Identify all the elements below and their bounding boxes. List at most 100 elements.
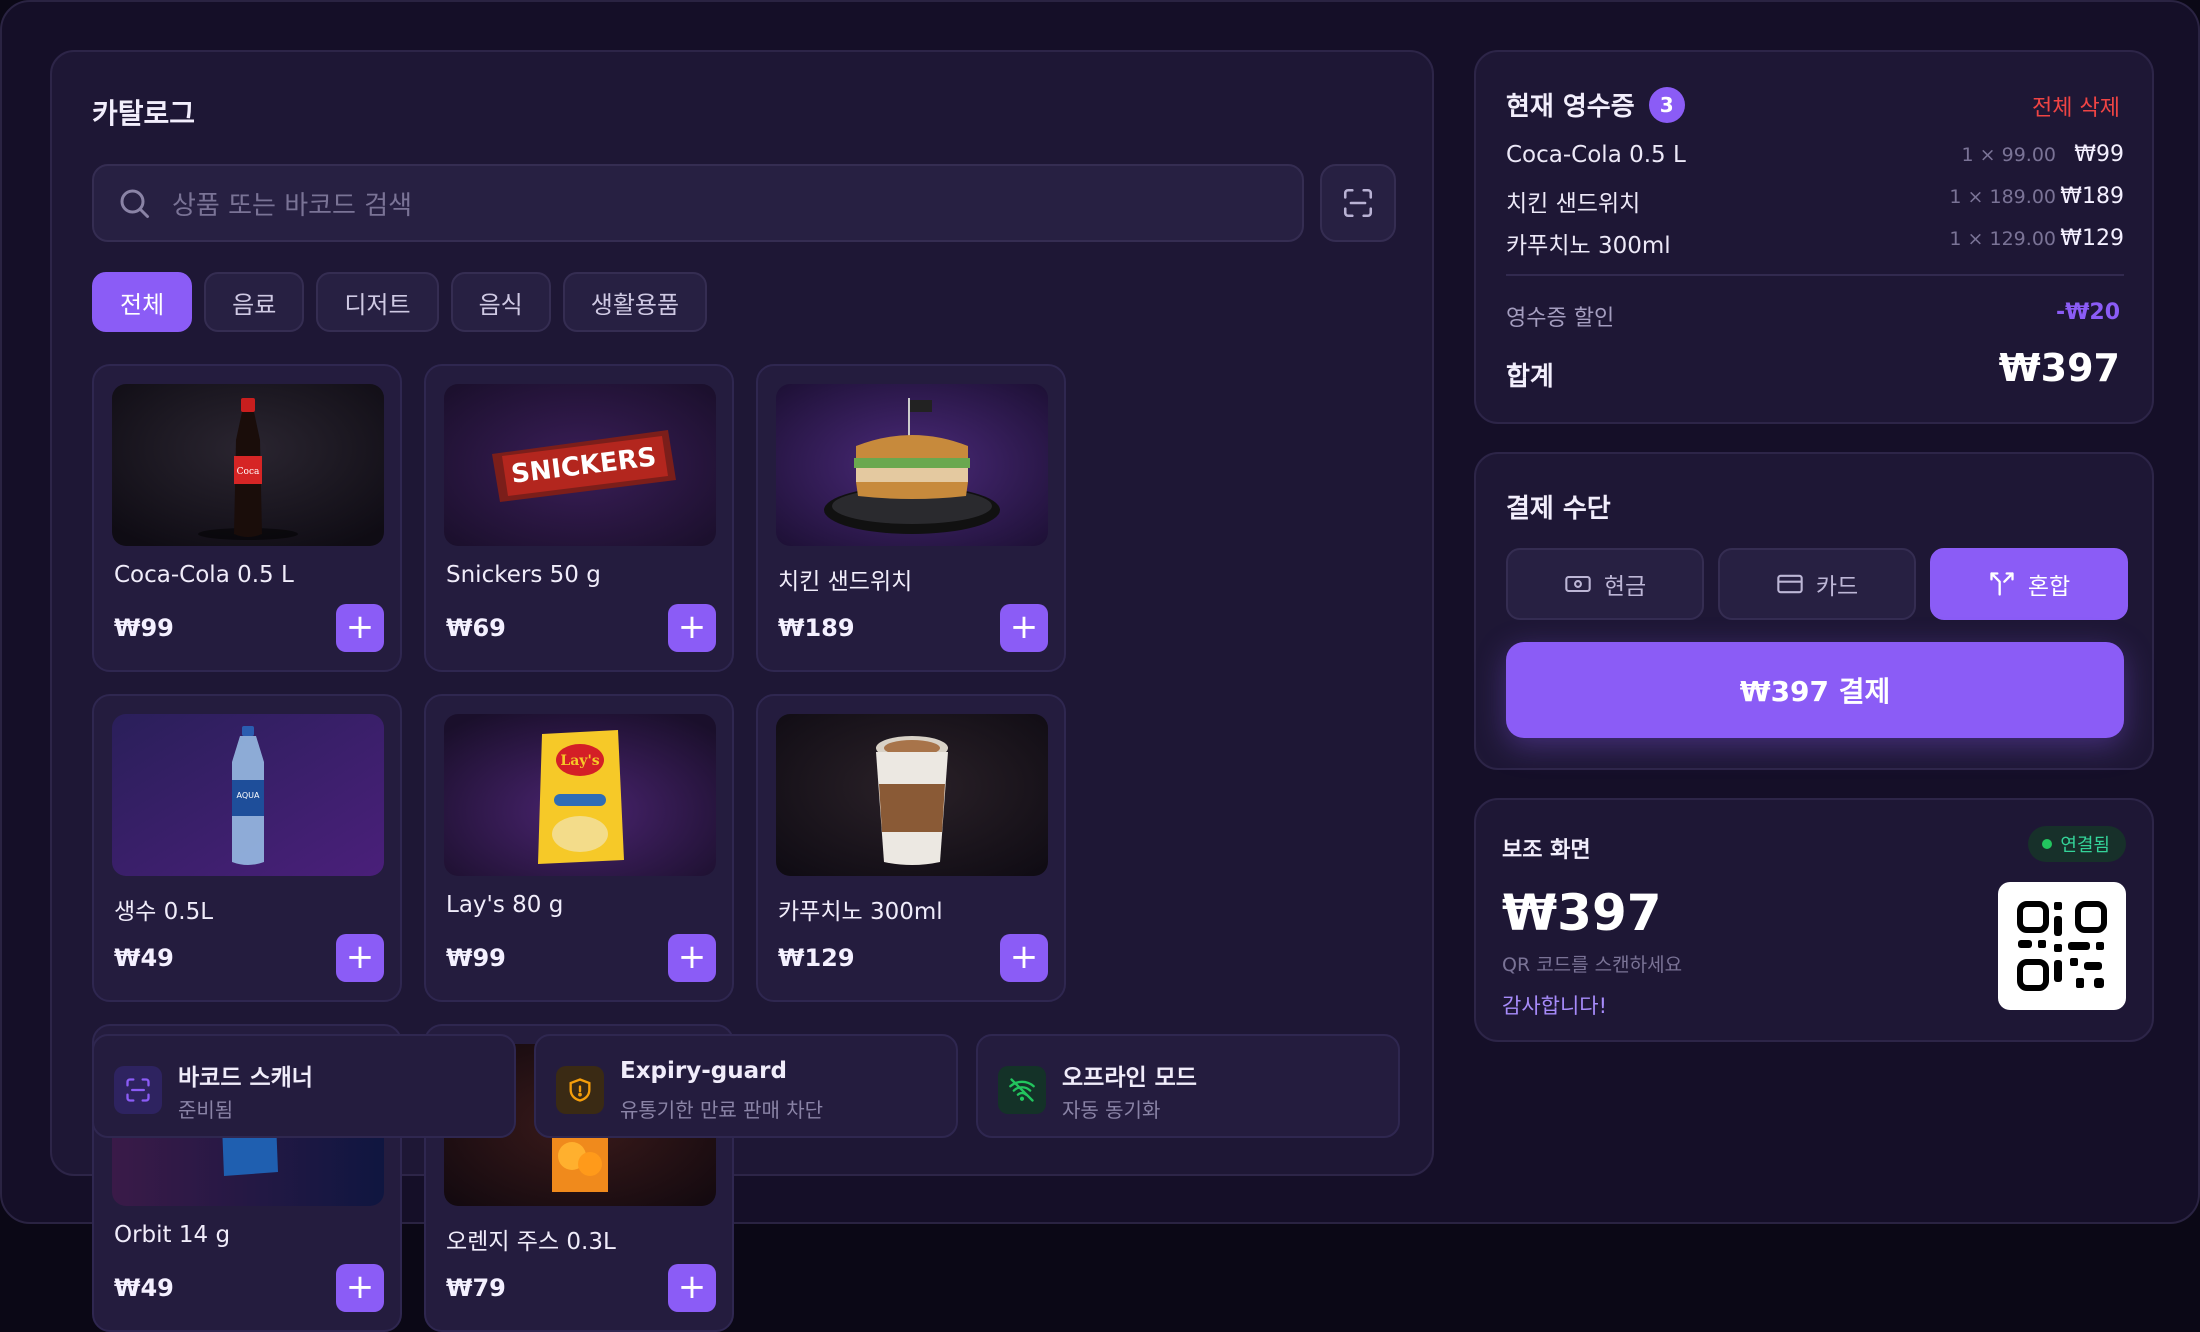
line-item-name: 치킨 샌드위치 (1506, 191, 1641, 217)
line-item-name: 카푸치노 300ml (1506, 233, 1671, 259)
add-to-cart-button[interactable]: + (336, 934, 384, 982)
svg-text:Coca: Coca (237, 467, 260, 477)
product-card[interactable]: 치킨 샌드위치 ₩189 + (756, 364, 1066, 672)
feature-status-row: 바코드 스캐너 준비됨 Expiry-guard 유통기한 만료 판매 차단 오… (92, 1034, 1400, 1138)
feature-barcode-scanner: 바코드 스캐너 준비됨 (92, 1034, 516, 1138)
product-price: ₩189 (778, 614, 855, 642)
line-item-qty: 1 × 99.00 (1961, 144, 2056, 166)
receipt-count-badge: 3 (1648, 86, 1685, 123)
thanks-message: 감사합니다! (1502, 994, 1608, 1018)
product-card[interactable]: AQUA 생수 0.5L ₩49 + (92, 694, 402, 1002)
cash-icon (1565, 575, 1591, 593)
product-name: Orbit 14 g (114, 1222, 231, 1248)
catalog-panel: 카탈로그 상품 또는 바코드 검색 전체 음료 디저트 음식 생활용품 Coca… (50, 50, 1434, 1332)
catalog-title: 카탈로그 (92, 97, 196, 130)
product-image-coffee (776, 714, 1048, 876)
product-name: 치킨 샌드위치 (778, 569, 913, 595)
scan-icon (1343, 188, 1373, 218)
svg-text:AQUA: AQUA (237, 791, 260, 800)
search-input[interactable]: 상품 또는 바코드 검색 (92, 164, 1304, 242)
product-name: Snickers 50 g (446, 562, 601, 588)
feature-offline-mode: 오프라인 모드 자동 동기화 (976, 1034, 1400, 1138)
feature-subtitle: 준비됨 (178, 1098, 234, 1122)
line-item-amount: ₩129 (2060, 226, 2124, 251)
product-price: ₩129 (778, 944, 855, 972)
product-image-water: AQUA (112, 714, 384, 876)
feature-title: Expiry-guard (620, 1058, 787, 1084)
add-to-cart-button[interactable]: + (1000, 934, 1048, 982)
pay-button[interactable]: ₩397 결제 (1506, 642, 2124, 738)
product-image-cola: Coca (112, 384, 384, 546)
svg-text:Lay's: Lay's (560, 753, 599, 769)
receipt-title: 현재 영수증 (1506, 92, 1635, 122)
add-to-cart-button[interactable]: + (668, 934, 716, 982)
product-name: Lay's 80 g (446, 892, 564, 918)
product-image-snickers: SNICKERS (444, 384, 716, 546)
status-dot (2042, 839, 2053, 849)
app-frame: 카탈로그 상품 또는 바코드 검색 전체 음료 디저트 음식 생활용품 Coca… (0, 0, 2200, 1332)
category-tab-household[interactable]: 생활용품 (562, 272, 708, 332)
product-price: ₩79 (446, 1274, 506, 1302)
feature-expiry-guard: Expiry-guard 유통기한 만료 판매 차단 (534, 1034, 958, 1138)
payment-method-mixed[interactable]: 혼합 (1930, 548, 2128, 620)
status-label: 연결됨 (2060, 835, 2110, 856)
receipt-line-item[interactable]: Coca-Cola 0.5 L 1 × 99.00 ₩99 (1506, 142, 2124, 174)
product-card[interactable]: Coca Coca-Cola 0.5 L ₩99 + (92, 364, 402, 672)
payment-method-label: 카드 (1815, 574, 1859, 600)
secondary-display-panel: 보조 화면 연결됨 ₩397 QR 코드를 스캔하세요 감사합니다! (1474, 798, 2154, 1042)
product-card[interactable]: Lay's Lay's 80 g ₩99 + (424, 694, 734, 1002)
category-tab-food[interactable]: 음식 (450, 272, 551, 332)
add-to-cart-button[interactable]: + (336, 604, 384, 652)
qr-code (1998, 882, 2126, 1010)
search-icon (120, 189, 149, 218)
receipt-line-item[interactable]: 카푸치노 300ml 1 × 129.00 ₩129 (1506, 226, 2124, 259)
category-tab-all[interactable]: 전체 (92, 272, 193, 332)
payment-method-cash[interactable]: 현금 (1506, 548, 1704, 620)
line-item-qty: 1 × 129.00 (1949, 228, 2056, 250)
category-tab-drinks[interactable]: 음료 (204, 272, 305, 332)
search-placeholder: 상품 또는 바코드 검색 (172, 190, 413, 221)
product-name: 오렌지 주스 0.3L (446, 1229, 616, 1255)
category-tabs: 전체 음료 디저트 음식 생활용품 (92, 272, 708, 332)
card-icon (1777, 574, 1803, 594)
discount-label: 영수증 할인 (1506, 306, 1615, 331)
add-to-cart-button[interactable]: + (668, 604, 716, 652)
add-to-cart-button[interactable]: + (668, 1264, 716, 1312)
product-price: ₩99 (446, 944, 506, 972)
product-grid: Coca Coca-Cola 0.5 L ₩99 + SNICKERS Snic… (92, 364, 1396, 1332)
product-card[interactable]: SNICKERS Snickers 50 g ₩69 + (424, 364, 734, 672)
line-item-amount: ₩99 (2074, 142, 2124, 167)
receipt-header: 현재 영수증 3 (1506, 86, 1685, 123)
product-price: ₩69 (446, 614, 506, 642)
product-price: ₩49 (114, 944, 174, 972)
feature-title: 오프라인 모드 (1062, 1065, 1197, 1091)
total-value: ₩397 (1998, 346, 2120, 390)
clear-all-button[interactable]: 전체 삭제 (2032, 90, 2120, 122)
product-card[interactable]: 카푸치노 300ml ₩129 + (756, 694, 1066, 1002)
wifi-off-icon (998, 1066, 1046, 1114)
status-badge: 연결됨 (2028, 826, 2126, 862)
shield-icon (556, 1066, 604, 1114)
barcode-scan-button[interactable] (1320, 164, 1396, 242)
product-image-chips: Lay's (444, 714, 716, 876)
payment-methods: 현금 카드 혼합 (1506, 548, 2128, 620)
receipt-line-item[interactable]: 치킨 샌드위치 1 × 189.00 ₩189 (1506, 184, 2124, 217)
secondary-title: 보조 화면 (1502, 838, 1591, 863)
category-tab-desserts[interactable]: 디저트 (316, 272, 439, 332)
payment-method-card[interactable]: 카드 (1718, 548, 1916, 620)
feature-title: 바코드 스캐너 (178, 1065, 313, 1091)
add-to-cart-button[interactable]: + (1000, 604, 1048, 652)
product-price: ₩99 (114, 614, 174, 642)
payment-title: 결제 수단 (1506, 494, 1611, 524)
feature-subtitle: 자동 동기화 (1062, 1098, 1161, 1122)
qr-hint: QR 코드를 스캔하세요 (1502, 954, 1683, 976)
add-to-cart-button[interactable]: + (336, 1264, 384, 1312)
split-icon (1990, 572, 2014, 596)
barcode-scan-icon (114, 1066, 162, 1114)
line-item-amount: ₩189 (2060, 184, 2124, 209)
line-item-qty: 1 × 189.00 (1949, 186, 2056, 208)
payment-method-label: 현금 (1603, 574, 1647, 600)
total-label: 합계 (1506, 362, 1554, 392)
product-price: ₩49 (114, 1274, 174, 1302)
secondary-amount: ₩397 (1502, 884, 1662, 942)
